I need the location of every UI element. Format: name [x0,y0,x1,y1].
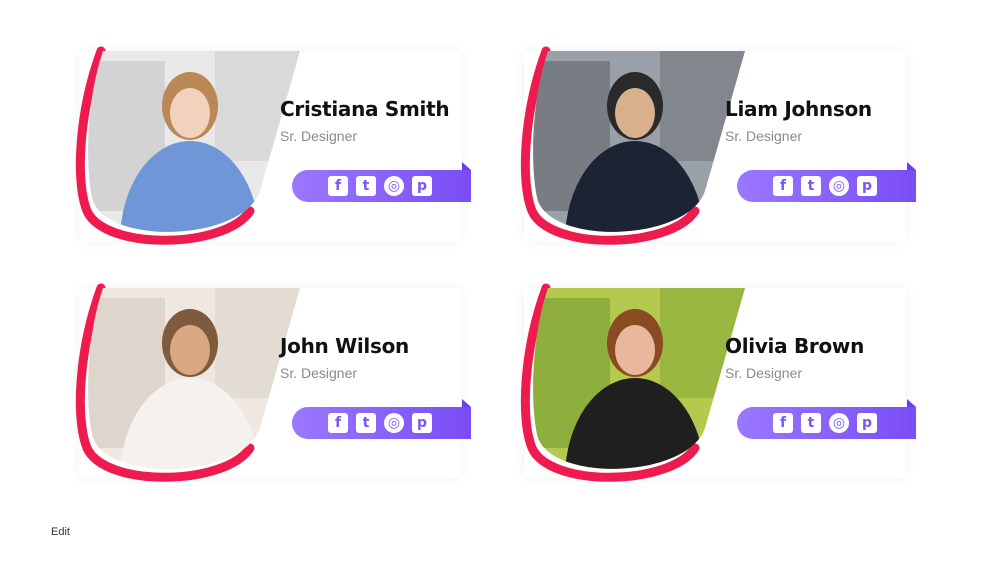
facebook-icon[interactable]: f [773,413,793,433]
pinterest-icon[interactable]: p [412,176,432,196]
twitter-icon[interactable]: t [356,413,376,433]
member-role: Sr. Designer [280,128,358,144]
pinterest-icon[interactable]: p [857,176,877,196]
social-links-bar: f t ◎ p [737,162,916,202]
member-photo [520,283,745,482]
instagram-icon[interactable]: ◎ [384,413,404,433]
instagram-icon[interactable]: ◎ [829,176,849,196]
member-name: Olivia Brown [725,334,865,358]
member-name: Cristiana Smith [280,97,450,121]
instagram-icon[interactable]: ◎ [829,413,849,433]
social-links-bar: f t ◎ p [737,399,916,439]
facebook-icon[interactable]: f [328,176,348,196]
member-role: Sr. Designer [725,128,803,144]
social-links-bar: f t ◎ p [292,399,471,439]
social-icons: f t ◎ p [328,413,432,433]
social-icons: f t ◎ p [773,176,877,196]
team-card: Cristiana Smith Sr. Designer f t ◎ p [65,46,471,245]
twitter-icon[interactable]: t [801,413,821,433]
pinterest-icon[interactable]: p [857,413,877,433]
member-name: John Wilson [280,334,409,358]
member-photo [520,46,745,245]
social-icons: f t ◎ p [773,413,877,433]
edit-link[interactable]: Edit [51,526,70,538]
team-card: Liam Johnson Sr. Designer f t ◎ p [510,46,916,245]
twitter-icon[interactable]: t [801,176,821,196]
team-card: John Wilson Sr. Designer f t ◎ p [65,283,471,482]
member-name: Liam Johnson [725,97,872,121]
member-role: Sr. Designer [725,365,803,381]
twitter-icon[interactable]: t [356,176,376,196]
team-card: Olivia Brown Sr. Designer f t ◎ p [510,283,916,482]
member-photo [75,283,300,482]
member-role: Sr. Designer [280,365,358,381]
social-icons: f t ◎ p [328,176,432,196]
pinterest-icon[interactable]: p [412,413,432,433]
member-photo [75,46,300,245]
facebook-icon[interactable]: f [773,176,793,196]
facebook-icon[interactable]: f [328,413,348,433]
instagram-icon[interactable]: ◎ [384,176,404,196]
social-links-bar: f t ◎ p [292,162,471,202]
